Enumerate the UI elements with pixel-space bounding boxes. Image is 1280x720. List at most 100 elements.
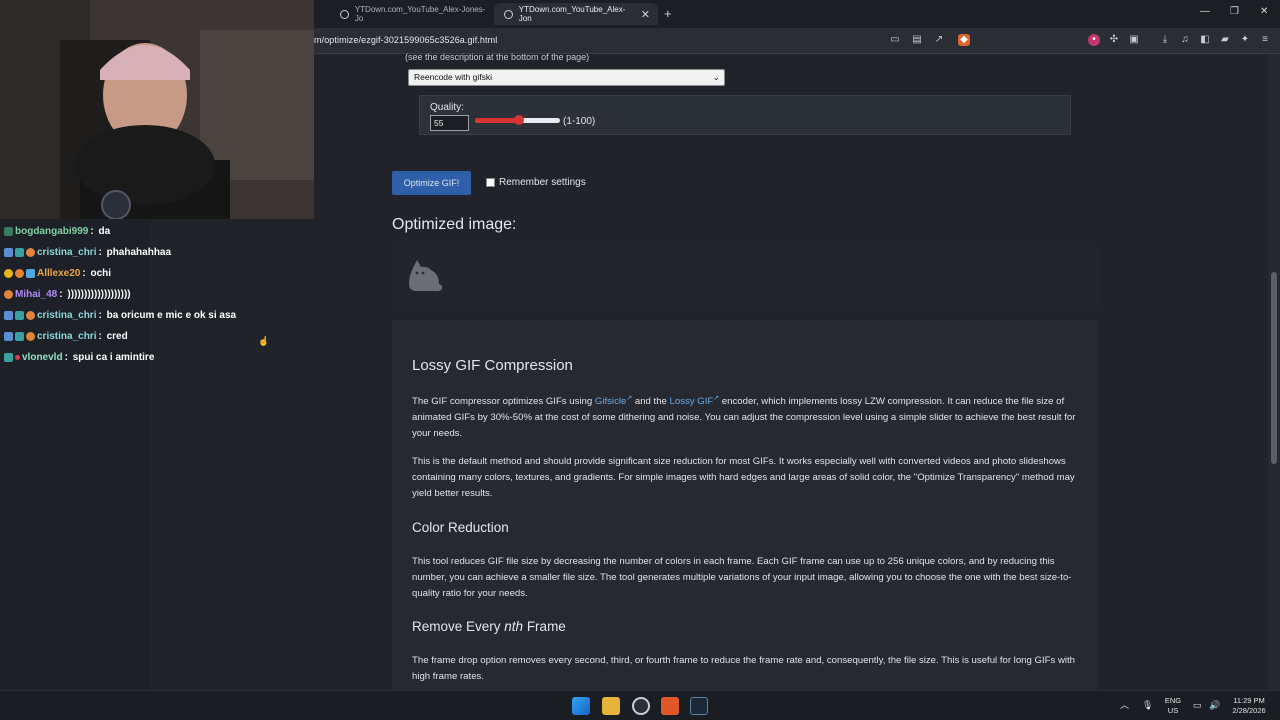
globe-icon: [504, 9, 513, 19]
optimize-button[interactable]: Optimize GIF!: [392, 171, 471, 195]
badge-icon: [26, 269, 35, 278]
badge-icon: [4, 269, 13, 278]
lossy-gif-link[interactable]: Lossy GIF: [670, 396, 714, 407]
badge-icon: [15, 248, 24, 257]
file-explorer-icon[interactable]: [602, 697, 620, 715]
chat-line: cristina_chri: cred: [4, 331, 128, 342]
tab-search-icon[interactable]: ▣: [1128, 34, 1140, 46]
chat-line: Alllexe20: ochi: [4, 268, 111, 279]
badge-icon: [26, 248, 35, 257]
reader-icon[interactable]: ▤: [911, 34, 923, 46]
tray-chevron-icon[interactable]: ︿: [1120, 700, 1129, 710]
obs-icon[interactable]: [632, 697, 650, 715]
chat-message: phahahahhaa: [106, 247, 172, 258]
method-description-note: (see the description at the bottom of th…: [405, 52, 590, 62]
steam-icon[interactable]: [690, 697, 708, 715]
leo-ai-icon[interactable]: ✦: [1239, 34, 1251, 46]
chat-message: cred: [106, 331, 128, 342]
extensions-icon[interactable]: ✣: [1108, 34, 1120, 46]
remove-frame-heading: Remove Every nth Frame: [412, 619, 566, 634]
brave-browser-icon[interactable]: [661, 697, 679, 715]
chat-username[interactable]: vlonevld: [22, 352, 63, 363]
tab-title: YTDown.com_YouTube_Alex-Jones-Jo: [354, 5, 486, 23]
menu-icon[interactable]: ≡: [1259, 34, 1271, 46]
chat-message: da: [98, 226, 111, 237]
chat-username[interactable]: cristina_chri: [37, 310, 96, 321]
badge-icon: [4, 227, 13, 236]
cursor-icon: ☝: [258, 336, 270, 346]
badge-icon: [15, 332, 24, 341]
url-field[interactable]: m/optimize/ezgif-3021599065c3526a.gif.ht…: [314, 35, 497, 45]
new-tab-icon[interactable]: +: [664, 6, 672, 21]
badge-icon: [26, 311, 35, 320]
badge-icon: [15, 355, 20, 360]
quality-label: Quality:: [430, 102, 464, 113]
download-icon[interactable]: ⤓: [1159, 34, 1171, 46]
sidebar-icon[interactable]: ◧: [1199, 34, 1211, 46]
volume-icon[interactable]: 🔊: [1209, 700, 1220, 710]
chat-line: vlonevld: spui ca i amintire: [4, 352, 154, 363]
optimized-preview: [392, 246, 1098, 310]
tab-active[interactable]: YTDown.com_YouTube_Alex-Jon ✕: [494, 3, 658, 25]
color-reduction-heading: Color Reduction: [412, 520, 509, 535]
badge-icon: [26, 332, 35, 341]
brave-shield-icon[interactable]: ◆: [958, 34, 970, 46]
badge-icon: [15, 269, 24, 278]
badge-icon: [15, 311, 24, 320]
badge-icon: [4, 311, 13, 320]
maximize-icon[interactable]: ❐: [1230, 6, 1239, 17]
quality-range-note: (1-100): [563, 116, 596, 127]
method-select[interactable]: Reencode with gifski ⌄: [408, 69, 725, 86]
share-icon[interactable]: ↗: [933, 34, 945, 46]
chat-line: bogdangabi999: da: [4, 226, 110, 237]
close-tab-icon[interactable]: ✕: [641, 8, 650, 21]
quality-slider-fill: [475, 118, 520, 123]
tab-inactive[interactable]: YTDown.com_YouTube_Alex-Jones-Jo: [330, 3, 490, 25]
method-selected-value: Reencode with gifski: [414, 72, 492, 82]
minimize-icon[interactable]: —: [1200, 6, 1210, 17]
network-icon[interactable]: ▭: [1193, 700, 1202, 710]
color-reduction-paragraph: This tool reduces GIF file size by decre…: [412, 556, 1072, 599]
taskbar: ︿ 🎙 ENG US ▭ 🔊 11:29 PM 2/28/2026: [0, 690, 1280, 720]
optimized-image-heading: Optimized image:: [392, 216, 517, 233]
music-icon[interactable]: ♫: [1179, 34, 1191, 46]
chat-username[interactable]: Mihai_48: [15, 289, 57, 300]
cat-placeholder-icon: [409, 260, 443, 292]
chat-line: cristina_chri: phahahahhaa: [4, 247, 171, 258]
globe-icon: [340, 9, 349, 19]
lossy-heading: Lossy GIF Compression: [412, 357, 573, 374]
clock[interactable]: 11:29 PM 2/28/2026: [1226, 696, 1272, 716]
remove-frame-paragraph: The frame drop option removes every seco…: [412, 655, 1075, 682]
chat-username[interactable]: bogdangabi999: [15, 226, 88, 237]
microphone-icon[interactable]: 🎙: [1142, 700, 1153, 710]
quality-input[interactable]: 55: [430, 115, 469, 131]
lossy-paragraph-1: The GIF compressor optimizes GIFs using …: [412, 395, 1076, 440]
description-article: [392, 320, 1098, 690]
chat-line: Mihai_48: ))))))))))))))))))): [4, 289, 131, 300]
extension-red-icon[interactable]: •: [1088, 34, 1100, 46]
windows-start-icon[interactable]: [572, 697, 590, 715]
scrollbar-thumb[interactable]: [1271, 272, 1277, 464]
lossy-paragraph-2: This is the default method and should pr…: [412, 456, 1075, 499]
webcam-feed: [0, 0, 314, 219]
chat-message: ochi: [90, 268, 112, 279]
chat-username[interactable]: cristina_chri: [37, 331, 96, 342]
remember-settings-label: Remember settings: [499, 177, 586, 188]
badge-icon: [4, 290, 13, 299]
badge-icon: [4, 248, 13, 257]
badge-icon: [4, 332, 13, 341]
gifsicle-link[interactable]: Gifsicle: [595, 396, 626, 407]
tab-title: YTDown.com_YouTube_Alex-Jon: [518, 5, 626, 23]
remember-settings-checkbox[interactable]: [486, 178, 495, 187]
chat-username[interactable]: Alllexe20: [37, 268, 80, 279]
cast-icon[interactable]: ▭: [889, 34, 901, 46]
close-window-icon[interactable]: ✕: [1260, 6, 1268, 17]
language-indicator[interactable]: ENG US: [1162, 696, 1184, 716]
chat-message: spui ca i amintire: [72, 352, 155, 363]
wallet-icon[interactable]: ▰: [1219, 34, 1231, 46]
chat-line: cristina_chri: ba oricum e mic e ok si a…: [4, 310, 236, 321]
quality-slider[interactable]: [475, 115, 560, 125]
chat-message: ba oricum e mic e ok si asa: [106, 310, 237, 321]
badge-icon: [4, 353, 13, 362]
chat-username[interactable]: cristina_chri: [37, 247, 96, 258]
